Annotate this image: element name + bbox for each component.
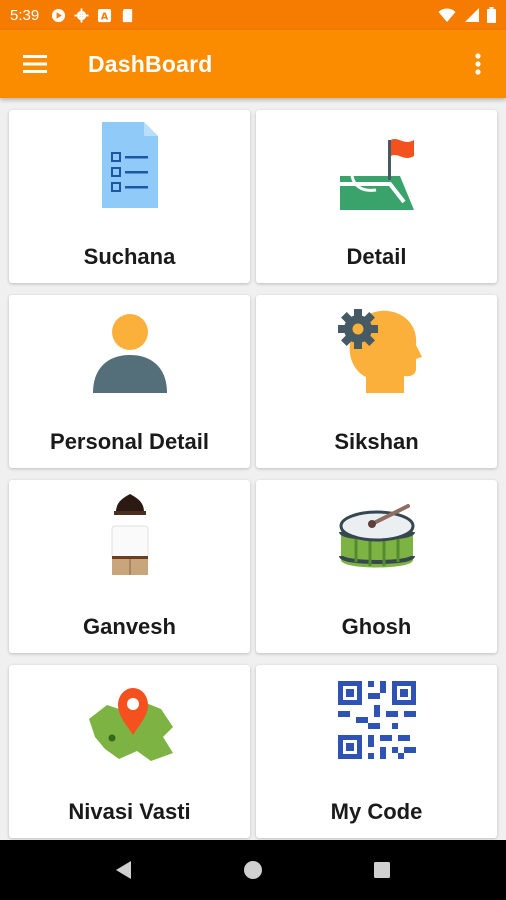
tile-nivasi-vasti[interactable]: Nivasi Vasti (9, 665, 250, 838)
tile-label: Personal Detail (50, 429, 209, 454)
play-store-icon (52, 8, 66, 22)
map-pin-icon (88, 688, 173, 761)
tile-personal-detail[interactable]: Personal Detail (9, 295, 250, 468)
status-right (438, 7, 496, 23)
hamburger-menu-icon (23, 55, 47, 73)
overflow-menu-button[interactable] (450, 30, 506, 98)
signal-icon (465, 8, 479, 22)
tile-my-code[interactable]: My Code (256, 665, 497, 838)
uniform-icon (111, 494, 148, 575)
tile-detail[interactable]: Detail (256, 110, 497, 283)
tile-label: Suchana (83, 244, 176, 269)
document-list-icon (101, 122, 158, 208)
person-icon (92, 314, 167, 393)
translate-icon: A (98, 8, 112, 22)
tile-ghosh[interactable]: Ghosh (256, 480, 497, 653)
nav-back-button[interactable] (104, 850, 144, 890)
tile-label: My Code (330, 799, 423, 824)
home-circle-icon (243, 861, 262, 879)
tile-label: Ganvesh (83, 614, 176, 639)
menu-button[interactable] (0, 30, 70, 98)
dashboard-grid: Suchana Detail Personal Detail Sikshan G… (0, 98, 506, 840)
drum-icon (338, 504, 415, 568)
tile-ganvesh[interactable]: Ganvesh (9, 480, 250, 653)
svg-text:A: A (101, 11, 109, 22)
tile-label: Detail (346, 244, 407, 269)
nav-recents-button[interactable] (362, 850, 402, 890)
page-title: DashBoard (88, 50, 213, 77)
system-nav-bar (0, 840, 506, 900)
status-bar: 5:39 A (0, 0, 506, 30)
tile-suchana[interactable]: Suchana (9, 110, 250, 283)
tile-sikshan[interactable]: Sikshan (256, 295, 497, 468)
back-triangle-icon (116, 861, 132, 879)
tile-label: Ghosh (341, 614, 412, 639)
status-time: 5:39 (10, 6, 40, 24)
head-gear-icon (337, 309, 422, 393)
tile-label: Nivasi Vasti (68, 799, 191, 824)
tile-label: Sikshan (334, 429, 419, 454)
settings-icon (74, 7, 89, 23)
app-bar: DashBoard (0, 30, 506, 98)
recents-square-icon (373, 862, 390, 878)
more-vert-icon (475, 53, 481, 75)
field-flag-icon (339, 139, 414, 210)
nav-home-button[interactable] (233, 850, 273, 890)
wifi-icon (438, 8, 456, 22)
sd-card-icon (123, 8, 133, 22)
qr-code-icon (337, 681, 416, 759)
battery-icon (487, 7, 496, 23)
